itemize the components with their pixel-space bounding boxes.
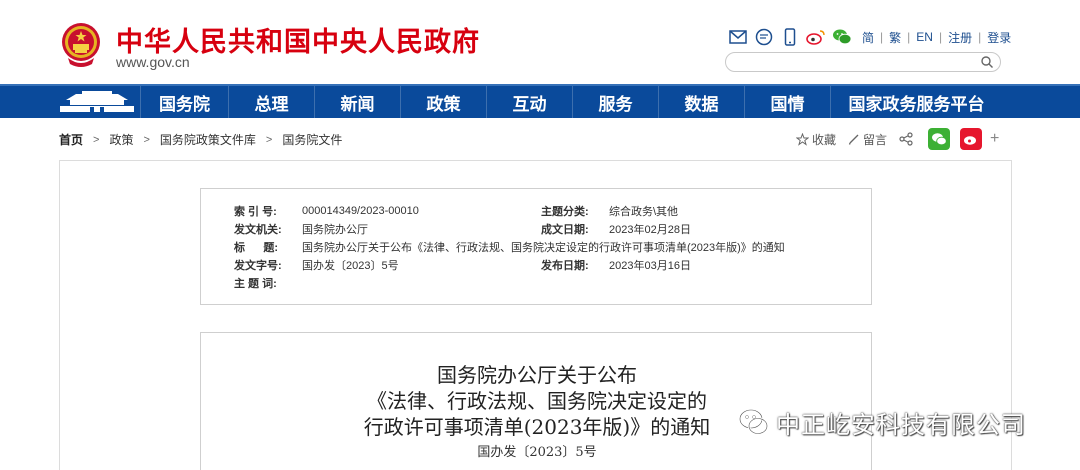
chevron-right-icon: > — [265, 133, 273, 146]
watermark-text: 中正屹安科技有限公司 — [776, 410, 1026, 439]
wechat-logo-icon — [738, 408, 769, 435]
info-label: 发文机关: — [234, 224, 282, 236]
mobile-icon[interactable] — [780, 27, 800, 47]
info-value: 国务院办公厅 — [302, 224, 368, 236]
divider: | — [907, 30, 911, 44]
nav-item-data[interactable]: 数据 — [658, 86, 744, 118]
nav-item-interaction[interactable]: 互动 — [486, 86, 572, 118]
chevron-right-icon: > — [93, 133, 100, 146]
weibo-share-button[interactable] — [960, 128, 983, 150]
nav-item-service-platform[interactable]: 国家政务服务平台 — [830, 86, 1002, 118]
breadcrumb: 首页 > 政策 > 国务院政策文件库 > 国务院文件 — [59, 131, 342, 148]
site-url[interactable]: www.gov.cn — [116, 54, 190, 70]
message-icon[interactable] — [754, 27, 774, 47]
share-tools: 收藏 留言 + — [796, 128, 999, 150]
nav-item-news[interactable]: 新闻 — [314, 86, 400, 118]
info-label: 标 题: — [234, 242, 278, 254]
info-value: 2023年02月28日 — [609, 224, 691, 236]
info-value: 综合政务\其他 — [609, 206, 679, 218]
main-nav: 国务院 总理 新闻 政策 互动 服务 数据 国情 国家政务服务平台 — [0, 84, 1080, 118]
info-label: 主题分类: — [541, 206, 589, 218]
breadcrumb-state-council-docs[interactable]: 国务院文件 — [282, 131, 342, 148]
site-header: 中华人民共和国中央人民政府 www.gov.cn 简 | 繁 | EN | 注册… — [0, 0, 1080, 84]
info-label: 主 题 词: — [234, 278, 277, 290]
comment-label: 留言 — [863, 132, 888, 147]
info-value: 国务院办公厅关于公布《法律、行政法规、国务院决定设定的行政许可事项清单(2023… — [302, 242, 785, 254]
info-row-publish-date: 发布日期: 2023年03月16日 — [541, 257, 691, 273]
info-label: 发布日期: — [541, 260, 589, 272]
share-button[interactable] — [899, 132, 916, 146]
weibo-icon — [964, 136, 977, 145]
mail-icon[interactable] — [728, 27, 748, 47]
search-input[interactable] — [725, 52, 1001, 72]
divider: | — [880, 30, 884, 44]
lang-simplified-link[interactable]: 简 — [862, 29, 874, 46]
info-row-index: 索 引 号: 000014349/2023-00010 — [234, 203, 419, 219]
document-number: 国办发〔2023〕5号 — [477, 445, 597, 460]
register-link[interactable]: 注册 — [948, 29, 972, 46]
share-icon — [899, 132, 913, 146]
breadcrumb-policy-library[interactable]: 国务院政策文件库 — [160, 131, 256, 148]
info-value: 2023年03月16日 — [609, 260, 691, 272]
top-toolbar: 简 | 繁 | EN | 注册 | 登录 — [728, 26, 1011, 48]
breadcrumb-home[interactable]: 首页 — [59, 131, 83, 148]
chevron-right-icon: > — [143, 133, 150, 146]
info-row-keywords: 主 题 词: — [234, 275, 302, 291]
divider: | — [938, 30, 943, 44]
lang-english-link[interactable]: EN — [916, 30, 933, 44]
lang-traditional-link[interactable]: 繁 — [889, 29, 901, 46]
comment-button[interactable]: 留言 — [848, 131, 887, 148]
star-icon — [796, 132, 809, 146]
info-label: 发文字号: — [234, 260, 282, 272]
info-value: 000014349/2023-00010 — [302, 205, 419, 217]
wechat-share-button[interactable] — [928, 128, 951, 150]
breadcrumb-policy[interactable]: 政策 — [109, 131, 133, 148]
more-share-button[interactable]: + — [990, 130, 999, 148]
info-row-category: 主题分类: 综合政务\其他 — [541, 203, 678, 219]
document-body: 国务院办公厅关于公布 《法律、行政法规、国务院决定设定的 行政许可事项清单(20… — [200, 332, 872, 470]
search-icon[interactable] — [980, 55, 994, 69]
language-links: 简 | 繁 | EN | 注册 | 登录 — [862, 29, 1011, 46]
nav-item-policy[interactable]: 政策 — [400, 86, 486, 118]
tiananmen-icon[interactable] — [56, 89, 138, 115]
divider: | — [978, 30, 982, 44]
watermark: 中正屹安科技有限公司 — [738, 404, 1026, 440]
weibo-icon[interactable] — [806, 27, 826, 47]
wechat-icon[interactable] — [832, 27, 852, 47]
info-label: 索 引 号: — [234, 206, 277, 218]
info-row-title: 标 题: 国务院办公厅关于公布《法律、行政法规、国务院决定设定的行政许可事项清单… — [234, 239, 785, 255]
collect-button[interactable]: 收藏 — [796, 131, 836, 148]
nav-items: 国务院 总理 新闻 政策 互动 服务 数据 国情 国家政务服务平台 — [140, 86, 1002, 118]
nav-item-national-info[interactable]: 国情 — [744, 86, 830, 118]
pen-icon — [848, 134, 859, 145]
nav-item-services[interactable]: 服务 — [572, 86, 658, 118]
nav-item-state-council[interactable]: 国务院 — [140, 86, 228, 118]
wechat-icon — [932, 133, 947, 146]
info-row-issuer: 发文机关: 国务院办公厅 — [234, 221, 368, 237]
national-emblem-icon[interactable] — [60, 20, 102, 68]
nav-item-premier[interactable]: 总理 — [228, 86, 314, 118]
info-row-written-date: 成文日期: 2023年02月28日 — [541, 221, 691, 237]
document-info-table: 索 引 号: 000014349/2023-00010 主题分类: 综合政务\其… — [200, 188, 872, 305]
info-label: 成文日期: — [541, 224, 589, 236]
info-row-doc-number: 发文字号: 国办发〔2023〕5号 — [234, 257, 399, 273]
document-title-line: 国务院办公厅关于公布 — [437, 363, 637, 387]
login-link[interactable]: 登录 — [987, 29, 1011, 46]
breadcrumb-bar: 首页 > 政策 > 国务院政策文件库 > 国务院文件 收藏 留言 + — [0, 118, 1080, 160]
collect-label: 收藏 — [812, 132, 837, 147]
info-value: 国办发〔2023〕5号 — [302, 260, 399, 272]
